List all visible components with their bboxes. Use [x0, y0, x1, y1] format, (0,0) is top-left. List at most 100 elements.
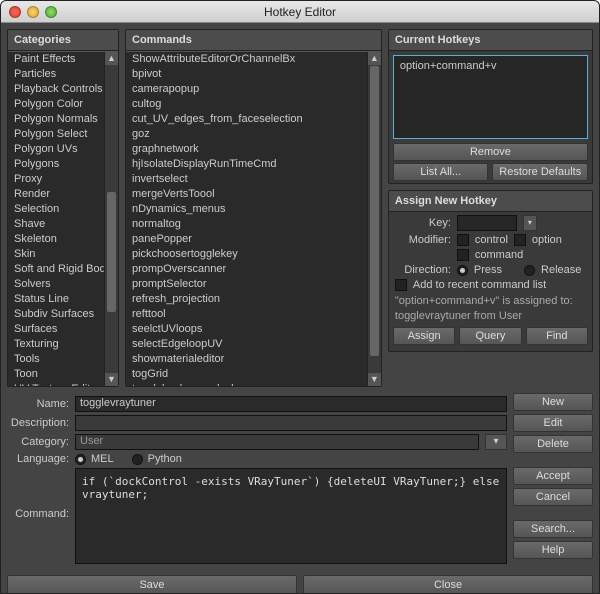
window-title: Hotkey Editor: [1, 5, 599, 19]
scroll-thumb[interactable]: [107, 192, 116, 312]
command-item[interactable]: togglebackgroundcolor: [126, 382, 367, 386]
category-item[interactable]: Soft and Rigid Bodies: [8, 262, 104, 277]
hotkey-item[interactable]: option+command+v: [400, 60, 581, 72]
command-item[interactable]: showmaterialeditor: [126, 352, 367, 367]
scroll-down-icon[interactable]: ▼: [368, 373, 381, 386]
release-radio[interactable]: [524, 265, 535, 276]
category-item[interactable]: Proxy: [8, 172, 104, 187]
command-label: command: [475, 249, 523, 261]
category-picker-icon[interactable]: ▾: [485, 434, 507, 450]
category-item[interactable]: Selection: [8, 202, 104, 217]
command-item[interactable]: graphnetwork: [126, 142, 367, 157]
category-item[interactable]: Polygon Select: [8, 127, 104, 142]
assign-button[interactable]: Assign: [393, 327, 455, 345]
option-checkbox[interactable]: [514, 234, 526, 246]
commands-list[interactable]: ShowAttributeEditorOrChannelBxbpivotcame…: [126, 52, 367, 386]
commands-scrollbar[interactable]: ▲ ▼: [367, 52, 381, 386]
recent-checkbox[interactable]: [395, 279, 407, 291]
recent-label: Add to recent command list: [413, 279, 546, 291]
command-item[interactable]: cultog: [126, 97, 367, 112]
cancel-button[interactable]: Cancel: [513, 488, 593, 506]
command-item[interactable]: prompOverscanner: [126, 262, 367, 277]
category-item[interactable]: Render: [8, 187, 104, 202]
categories-header: Categories: [8, 30, 118, 51]
assign-header: Assign New Hotkey: [389, 191, 592, 212]
command-item[interactable]: goz: [126, 127, 367, 142]
press-radio[interactable]: [457, 265, 468, 276]
command-item[interactable]: pickchoosertogglekey: [126, 247, 367, 262]
command-textarea[interactable]: if (`dockControl -exists VRayTuner`) {de…: [75, 468, 507, 564]
command-item[interactable]: nDynamics_menus: [126, 202, 367, 217]
python-label: Python: [148, 453, 182, 465]
category-item[interactable]: Subdiv Surfaces: [8, 307, 104, 322]
edit-button[interactable]: Edit: [513, 414, 593, 432]
category-item[interactable]: Playback Controls: [8, 82, 104, 97]
category-label: Category:: [7, 436, 69, 448]
titlebar: Hotkey Editor: [1, 1, 599, 23]
key-dropdown[interactable]: ▾: [523, 215, 537, 231]
command-item[interactable]: camerapopup: [126, 82, 367, 97]
command-item[interactable]: togGrid: [126, 367, 367, 382]
direction-label: Direction:: [395, 264, 451, 276]
category-item[interactable]: Texturing: [8, 337, 104, 352]
category-item[interactable]: Polygons: [8, 157, 104, 172]
category-item[interactable]: Polygon Color: [8, 97, 104, 112]
category-item[interactable]: Toon: [8, 367, 104, 382]
remove-button[interactable]: Remove: [393, 143, 588, 161]
description-input[interactable]: [75, 415, 507, 431]
category-input[interactable]: User: [75, 434, 479, 450]
query-button[interactable]: Query: [459, 327, 521, 345]
categories-scrollbar[interactable]: ▲ ▼: [104, 52, 118, 386]
category-item[interactable]: Surfaces: [8, 322, 104, 337]
category-item[interactable]: Solvers: [8, 277, 104, 292]
command-item[interactable]: seelctUVloops: [126, 322, 367, 337]
category-item[interactable]: Polygon UVs: [8, 142, 104, 157]
current-hotkeys-list[interactable]: option+command+v: [393, 55, 588, 139]
command-item[interactable]: invertselect: [126, 172, 367, 187]
categories-list[interactable]: Paint EffectsParticlesPlayback ControlsP…: [8, 52, 104, 386]
scroll-up-icon[interactable]: ▲: [368, 52, 381, 65]
command-item[interactable]: mergeVertsToool: [126, 187, 367, 202]
search-button[interactable]: Search...: [513, 520, 593, 538]
category-item[interactable]: Polygon Normals: [8, 112, 104, 127]
name-input[interactable]: togglevraytuner: [75, 396, 507, 412]
restore-defaults-button[interactable]: Restore Defaults: [492, 163, 588, 181]
key-label: Key:: [395, 217, 451, 229]
scroll-up-icon[interactable]: ▲: [105, 52, 118, 65]
key-input[interactable]: [457, 215, 517, 231]
command-item[interactable]: promptSelector: [126, 277, 367, 292]
command-item[interactable]: selectEdgeloopUV: [126, 337, 367, 352]
category-item[interactable]: Status Line: [8, 292, 104, 307]
scroll-thumb[interactable]: [370, 66, 379, 356]
command-item[interactable]: normaltog: [126, 217, 367, 232]
command-item[interactable]: refttool: [126, 307, 367, 322]
current-hotkeys-header: Current Hotkeys: [389, 30, 592, 51]
commands-panel: Commands ShowAttributeEditorOrChannelBxb…: [125, 29, 382, 387]
find-button[interactable]: Find: [526, 327, 588, 345]
control-checkbox[interactable]: [457, 234, 469, 246]
command-item[interactable]: panePopper: [126, 232, 367, 247]
command-item[interactable]: ShowAttributeEditorOrChannelBx: [126, 52, 367, 67]
command-checkbox[interactable]: [457, 249, 469, 261]
category-item[interactable]: Tools: [8, 352, 104, 367]
command-item[interactable]: refresh_projection: [126, 292, 367, 307]
category-item[interactable]: Shave: [8, 217, 104, 232]
close-button[interactable]: Close: [303, 575, 593, 594]
category-item[interactable]: Skin: [8, 247, 104, 262]
mel-radio[interactable]: [75, 454, 86, 465]
save-button[interactable]: Save: [7, 575, 297, 594]
command-item[interactable]: cut_UV_edges_from_faceselection: [126, 112, 367, 127]
accept-button[interactable]: Accept: [513, 467, 593, 485]
category-item[interactable]: UV Texture Editor: [8, 382, 104, 386]
delete-button[interactable]: Delete: [513, 435, 593, 453]
python-radio[interactable]: [132, 454, 143, 465]
category-item[interactable]: Paint Effects: [8, 52, 104, 67]
command-item[interactable]: hjIsolateDisplayRunTimeCmd: [126, 157, 367, 172]
category-item[interactable]: Skeleton: [8, 232, 104, 247]
command-item[interactable]: bpivot: [126, 67, 367, 82]
list-all-button[interactable]: List All...: [393, 163, 489, 181]
new-button[interactable]: New: [513, 393, 593, 411]
category-item[interactable]: Particles: [8, 67, 104, 82]
help-button[interactable]: Help: [513, 541, 593, 559]
scroll-down-icon[interactable]: ▼: [105, 373, 118, 386]
